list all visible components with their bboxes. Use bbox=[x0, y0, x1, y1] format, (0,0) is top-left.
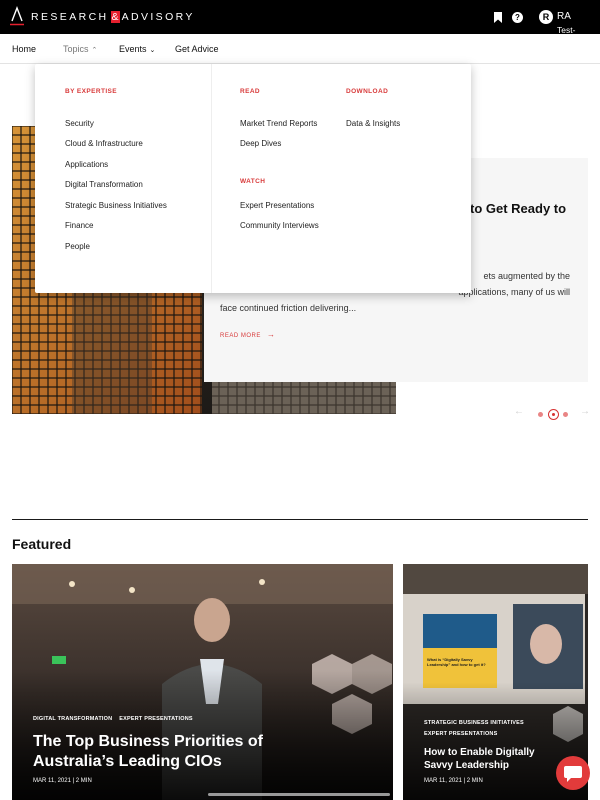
card-tags: STRATEGIC BUSINESS INITIATIVES EXPERT PR… bbox=[424, 720, 524, 737]
card-tag[interactable]: EXPERT PRESENTATIONS bbox=[424, 731, 524, 737]
card-tag[interactable]: EXPERT PRESENTATIONS bbox=[119, 716, 192, 722]
menu-item-digital-transformation[interactable]: Digital Transformation bbox=[65, 180, 143, 189]
menu-item-people[interactable]: People bbox=[65, 242, 90, 251]
horizontal-scrollbar[interactable] bbox=[208, 793, 390, 796]
card-tags: DIGITAL TRANSFORMATION EXPERT PRESENTATIO… bbox=[33, 716, 200, 722]
dropdown-divider bbox=[211, 64, 212, 293]
chat-bubble-icon bbox=[564, 766, 582, 782]
screen-text: What is “Digitally Savvy Leadership” and… bbox=[427, 657, 486, 667]
arrow-right-icon[interactable]: → bbox=[580, 406, 590, 417]
carousel-dot[interactable] bbox=[563, 412, 568, 417]
carousel-controls: ← → bbox=[514, 406, 590, 420]
hero-title[interactable]: to Get Ready to bbox=[470, 201, 566, 216]
download-heading: DOWNLOAD bbox=[346, 88, 389, 95]
topics-dropdown: BY EXPERTISE Security Cloud & Infrastruc… bbox=[35, 64, 471, 293]
card-meta: MAR 11, 2021 | 2 MIN bbox=[33, 778, 92, 784]
avatar[interactable]: R bbox=[539, 10, 553, 24]
main-nav: Home Topics ⌃ Events ⌄ Get Advice bbox=[0, 34, 600, 64]
card-tag[interactable]: STRATEGIC BUSINESS INITIATIVES bbox=[424, 720, 524, 726]
card-title-line1: The Top Business Priorities of bbox=[33, 733, 263, 750]
nav-events[interactable]: Events ⌄ bbox=[119, 44, 155, 54]
featured-card[interactable]: DIGITAL TRANSFORMATION EXPERT PRESENTATIO… bbox=[12, 564, 393, 800]
menu-item-community-interviews[interactable]: Community Interviews bbox=[240, 221, 319, 230]
nav-topics-label: Topics bbox=[63, 44, 89, 54]
read-heading: READ bbox=[240, 88, 261, 95]
nav-home[interactable]: Home bbox=[12, 44, 36, 54]
chevron-down-icon: ⌄ bbox=[149, 47, 156, 54]
read-more-label: READ MORE bbox=[220, 333, 261, 339]
chevron-up-icon: ⌃ bbox=[91, 47, 98, 54]
nav-events-label: Events bbox=[119, 44, 147, 54]
by-expertise-heading: BY EXPERTISE bbox=[65, 88, 118, 95]
help-icon[interactable]: ? bbox=[512, 12, 523, 23]
brand-wordmark[interactable]: RESEARCH & ADVISORY bbox=[31, 11, 195, 23]
top-bar: RESEARCH & ADVISORY ? R RA Test- bbox=[0, 0, 600, 35]
menu-item-deep-dives[interactable]: Deep Dives bbox=[240, 139, 281, 148]
menu-item-applications[interactable]: Applications bbox=[65, 160, 108, 169]
brand-logo-icon[interactable] bbox=[10, 6, 24, 26]
chat-button[interactable] bbox=[556, 756, 590, 790]
user-name[interactable]: RA bbox=[557, 11, 571, 22]
menu-item-data-insights[interactable]: Data & Insights bbox=[346, 119, 400, 128]
watch-heading: WATCH bbox=[240, 178, 266, 185]
nav-get-advice[interactable]: Get Advice bbox=[175, 44, 219, 54]
carousel-dot[interactable] bbox=[538, 412, 543, 417]
menu-item-strategic-business-initiatives[interactable]: Strategic Business Initiatives bbox=[65, 201, 167, 210]
card-title[interactable]: The Top Business Priorities of Australia… bbox=[33, 732, 263, 772]
brand-name-right: ADVISORY bbox=[121, 11, 195, 23]
menu-item-finance[interactable]: Finance bbox=[65, 221, 93, 230]
card-title-line2: Savvy Leadership bbox=[424, 760, 510, 771]
read-more-link[interactable]: READ MORE → bbox=[220, 330, 276, 339]
menu-item-security[interactable]: Security bbox=[65, 119, 94, 128]
featured-heading: Featured bbox=[12, 536, 72, 552]
carousel-dot-active[interactable] bbox=[548, 409, 559, 420]
arrow-right-icon: → bbox=[267, 330, 276, 339]
card-title[interactable]: How to Enable Digitally Savvy Leadership bbox=[424, 746, 535, 772]
menu-item-cloud-infrastructure[interactable]: Cloud & Infrastructure bbox=[65, 139, 143, 148]
bookmark-icon[interactable] bbox=[494, 12, 502, 23]
card-meta: MAR 11, 2021 | 2 MIN bbox=[424, 778, 483, 784]
section-divider bbox=[12, 519, 588, 520]
nav-topics[interactable]: Topics ⌃ bbox=[63, 44, 97, 54]
hero-desc-line2: face continued friction delivering... bbox=[220, 303, 357, 313]
brand-name-left: RESEARCH bbox=[31, 11, 109, 23]
card-title-line2: Australia’s Leading CIOs bbox=[33, 753, 222, 770]
card-tag[interactable]: DIGITAL TRANSFORMATION bbox=[33, 716, 112, 722]
brand-ampersand: & bbox=[110, 11, 120, 23]
card-title-line1: How to Enable Digitally bbox=[424, 747, 535, 758]
menu-item-market-trend-reports[interactable]: Market Trend Reports bbox=[240, 119, 317, 128]
menu-item-expert-presentations[interactable]: Expert Presentations bbox=[240, 201, 314, 210]
arrow-left-icon[interactable]: ← bbox=[514, 406, 524, 417]
